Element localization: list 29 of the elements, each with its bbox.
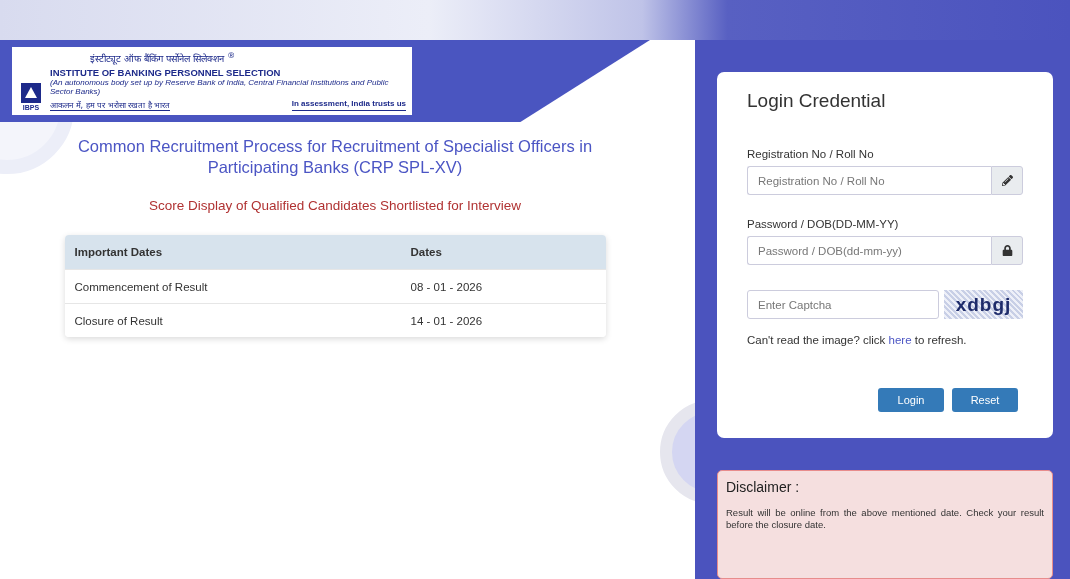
disclaimer-text: Result will be online from the above mentioned date. Check your result before the closure date. <box>726 507 1044 531</box>
column-header: Important Dates <box>73 246 164 259</box>
logo-english-tagline: In assessment, India trusts us <box>291 99 406 112</box>
table-cell-text: 08 - 01 - 2026 <box>409 280 484 293</box>
login-title: Login Credential <box>747 90 887 112</box>
emblem-icon <box>20 82 42 105</box>
lock-icon <box>1001 245 1013 256</box>
column-header: Dates <box>409 246 443 259</box>
table-cell-text: Closure of Result <box>73 314 164 327</box>
refresh-link[interactable]: here <box>888 334 912 346</box>
login-button[interactable]: Login <box>878 388 944 412</box>
logo-hindi-name: इंस्टीट्यूट ऑफ बैंकिंग पर्सोनेल सिलेक्शन $^{®}$ <box>89 51 237 66</box>
table-cell-text: Commencement of Result <box>73 280 209 293</box>
page-subtitle: Score Display of Qualified Candidates Shortlisted for Interview <box>148 198 522 214</box>
logo-english-name: INSTITUTE OF BANKING PERSONNEL SELECTION <box>50 67 282 79</box>
captcha-image: xdbgj <box>944 290 1023 319</box>
refresh-hint: Can't read the image? click here to refresh. <box>747 334 968 346</box>
input-field[interactable]: Password / DOB(dd-mm-yy) <box>747 236 991 265</box>
input-field[interactable]: Registration No / Roll No <box>747 166 991 195</box>
field-label: Password / DOB(DD-MM-YY) <box>747 218 900 230</box>
reset-button[interactable]: Reset <box>952 388 1018 412</box>
disclaimer-title: Disclaimer : <box>726 479 801 495</box>
page-title: Common Recruitment Process for Recruitment of Specialist Officers in Participating Banks (CRP SPL-XV) <box>76 136 594 179</box>
field-label: Registration No / Roll No <box>747 148 875 160</box>
pencil-icon <box>1001 175 1013 186</box>
table-cell-text: 14 - 01 - 2026 <box>409 314 484 327</box>
logo-hindi-tagline: आकलन में, हम पर भरोसा रखता है भारत <box>50 99 171 112</box>
logo-subtitle: (An autonomous body set up by Reserve Bank of India, Central Financial Institutions and Public Sector Banks) <box>50 78 390 97</box>
captcha-field[interactable]: Enter Captcha <box>747 290 939 319</box>
